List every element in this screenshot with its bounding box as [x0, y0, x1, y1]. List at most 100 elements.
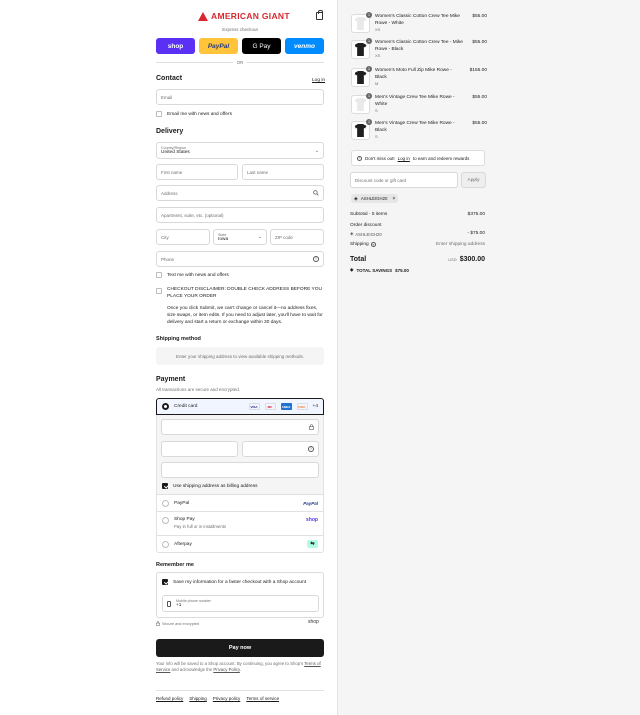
shipping-policy-link[interactable]: Shipping [189, 696, 207, 701]
discount-code-field[interactable]: Discount code or gift card [350, 172, 458, 188]
name-on-card-field[interactable] [161, 462, 319, 478]
billing-same-label: Use shipping address as billing address [173, 483, 258, 489]
credit-card-radio[interactable] [162, 403, 169, 410]
product-variant: M [375, 81, 379, 87]
first-name-field[interactable]: First name [156, 164, 238, 180]
zip-field[interactable]: ZIP code [270, 229, 324, 245]
text-news-checkbox[interactable] [156, 272, 162, 278]
address-field[interactable]: Address [156, 185, 324, 201]
rewards-login-link[interactable]: Log in [398, 156, 410, 161]
disclaimer-checkbox[interactable] [156, 288, 162, 294]
terms-of-service-link[interactable]: Terms of service [246, 696, 279, 701]
billing-same-checkbox[interactable] [162, 483, 168, 489]
lock-icon [309, 424, 314, 430]
product-price: $155.00 [469, 68, 487, 73]
card-number-field[interactable] [161, 419, 319, 435]
payment-heading: Payment [156, 376, 186, 383]
state-select-text: State Iowa [218, 233, 228, 242]
save-info-option[interactable]: Save my information for a faster checkou… [162, 579, 306, 585]
afterpay-option-label: Afterpay [174, 541, 192, 547]
credit-card-option[interactable]: Credit card VISA MC AMEX DISC +4 [156, 398, 324, 415]
paypal-radio[interactable] [162, 499, 169, 507]
order-summary: 1 Women's Classic Cotton Crew Tee Mike R… [337, 0, 640, 715]
product-info: Women's Moto Full Zip Mike Rowe - Black M [375, 68, 465, 87]
paypal-logo-icon: PayPal [303, 500, 318, 506]
cart-item: 1 Men's Vintage Crew Tee Mike Rowe - Whi… [351, 93, 487, 114]
cart-item: 1 Men's Vintage Crew Tee Mike Rowe - Bla… [351, 119, 487, 140]
paypal-express-button[interactable]: PayPal [199, 38, 238, 54]
more-cards-badge: +4 [312, 404, 318, 409]
paypal-option[interactable]: PayPal PayPal [156, 495, 324, 512]
help-icon[interactable]: ? [370, 242, 376, 247]
checkout-main: AMERICAN GIANT Express checkout shop Pay… [0, 0, 337, 715]
product-info: Men's Vintage Crew Tee Mike Rowe - White… [375, 95, 467, 114]
help-icon[interactable]: ? [308, 446, 314, 452]
afterpay-radio[interactable] [162, 540, 169, 548]
secure-note: Secure and encrypted [156, 621, 199, 626]
product-variant: XS [375, 53, 381, 59]
zip-placeholder: ZIP code [275, 234, 293, 240]
state-select[interactable]: State Iowa ⌄ [213, 229, 267, 245]
product-thumbnail: 1 [351, 66, 372, 87]
discount-code-label: ASHLEIGH20 [355, 231, 382, 237]
phone-field[interactable]: Phone ? [156, 251, 324, 267]
shop-pay-option[interactable]: Shop Pay Pay in full or in installments … [156, 512, 324, 536]
google-pay-label: G Pay [252, 42, 271, 50]
product-name: Women's Classic Cotton Crew Tee Mike Row… [375, 14, 460, 26]
apartment-field[interactable]: Apartment, suite, etc. (optional) [156, 207, 324, 223]
country-select[interactable]: Country/Region United States ⌄ [156, 142, 324, 159]
login-link[interactable]: Log in [312, 78, 325, 83]
shop-pay-express-button[interactable]: shop [156, 38, 195, 54]
pay-now-button[interactable]: Pay now [156, 639, 324, 657]
privacy-policy-link[interactable]: Privacy policy [213, 696, 241, 701]
city-field[interactable]: City [156, 229, 210, 245]
shipping-row: Shipping? Enter shipping address [350, 242, 485, 247]
product-thumbnail: 1 [351, 38, 372, 59]
discount-code-info: ◈ ASHLEIGH20 [350, 231, 382, 237]
first-name-placeholder: First name [161, 169, 183, 175]
product-info: Women's Classic Cotton Crew Tee - Mike R… [375, 40, 467, 59]
afterpay-logo-icon: ⇆ [307, 540, 318, 548]
shop-pay-radio[interactable] [162, 517, 169, 524]
close-icon[interactable]: × [392, 196, 395, 202]
email-news-label: Email me with news and offers [167, 111, 232, 117]
last-name-field[interactable]: Last name [242, 164, 324, 180]
brand-logo[interactable]: AMERICAN GIANT [198, 11, 290, 21]
product-thumbnail: 1 [351, 93, 372, 114]
total-label: Total [350, 256, 367, 263]
text-news-option[interactable]: Text me with news and offers [156, 272, 229, 278]
save-info-checkbox[interactable] [162, 579, 168, 585]
product-info: Women's Classic Cotton Crew Tee Mike Row… [375, 14, 467, 33]
credit-card-label: Credit card [174, 404, 198, 409]
help-icon[interactable]: ? [313, 256, 319, 262]
mobile-phone-field[interactable]: Mobile phone number +1 [162, 595, 319, 612]
venmo-label: venmo [294, 42, 315, 50]
expiration-field[interactable] [161, 441, 238, 457]
apply-discount-button[interactable]: Apply [461, 172, 486, 188]
afterpay-option[interactable]: Afterpay ⇆ [156, 536, 324, 553]
shop-pay-option-label: Shop Pay [174, 517, 195, 522]
product-info: Men's Vintage Crew Tee Mike Rowe - Black… [375, 121, 467, 140]
shipping-info: Shipping? [350, 242, 376, 247]
refund-policy-link[interactable]: Refund policy [156, 696, 183, 701]
paypal-label: PayPal [207, 42, 230, 50]
rewards-text: Don't miss out! [365, 155, 395, 161]
shop-privacy-link[interactable]: Privacy Policy [213, 667, 239, 672]
mobile-phone-text: Mobile phone number +1 [176, 599, 211, 608]
country-value: United States [161, 150, 190, 155]
footer-links: Refund policy Shipping Privacy policy Te… [156, 696, 279, 701]
shopping-bag-icon[interactable] [316, 10, 323, 20]
tshirt-icon [354, 17, 367, 30]
email-news-option[interactable]: Email me with news and offers [156, 111, 232, 117]
security-code-field[interactable]: ? [242, 441, 319, 457]
cart-item: 1 Women's Moto Full Zip Mike Rowe - Blac… [351, 66, 487, 87]
venmo-express-button[interactable]: venmo [285, 38, 324, 54]
email-news-checkbox[interactable] [156, 111, 162, 117]
shipping-method-heading: Shipping method [156, 336, 201, 342]
google-pay-express-button[interactable]: G Pay [242, 38, 281, 54]
billing-same-option[interactable]: Use shipping address as billing address [162, 483, 258, 489]
email-field[interactable]: Email [156, 89, 324, 105]
express-checkout-label: Express checkout [222, 27, 258, 32]
disclaimer-option[interactable]: CHECKOUT DISCLAIMER: DOUBLE CHECK ADDRES… [156, 287, 324, 327]
rewards-banner: i Don't miss out! Log in to earn and red… [351, 150, 485, 166]
